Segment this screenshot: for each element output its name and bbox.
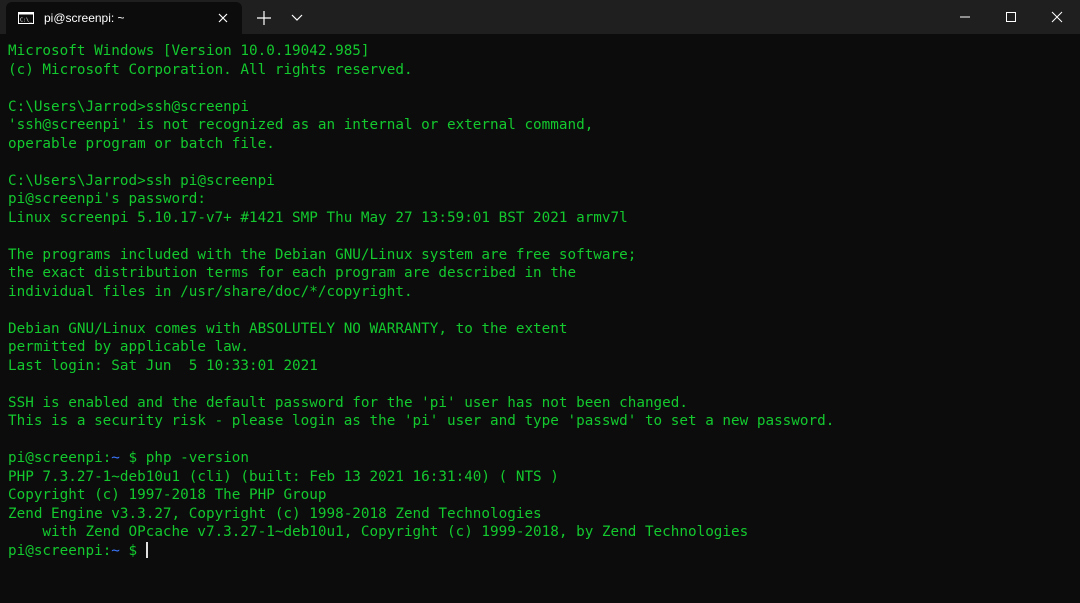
close-button[interactable] bbox=[1034, 0, 1080, 34]
prompt-user-host: pi@screenpi bbox=[8, 450, 103, 466]
svg-text:C:\_: C:\_ bbox=[20, 18, 33, 24]
terminal-line: (c) Microsoft Corporation. All rights re… bbox=[8, 61, 413, 78]
terminal-line: Linux screenpi 5.10.17-v7+ #1421 SMP Thu… bbox=[8, 209, 628, 226]
terminal-line: 'ssh@screenpi' is not recognized as an i… bbox=[8, 117, 594, 133]
output-line: PHP 7.3.27-1~deb10u1 (cli) (built: Feb 1… bbox=[8, 468, 559, 485]
prompt-colon: : bbox=[102, 450, 112, 466]
terminal-line: Last login: Sat Jun 5 10:33:01 2021 bbox=[8, 357, 318, 374]
terminal-line: C:\Users\Jarrod>ssh@screenpi bbox=[8, 98, 250, 115]
terminal-line: the exact distribution terms for each pr… bbox=[8, 265, 577, 281]
text-cursor bbox=[145, 541, 148, 558]
output-line: Zend Engine v3.3.27, Copyright (c) 1998-… bbox=[8, 505, 542, 522]
terminal-icon: C:\_ bbox=[18, 12, 34, 24]
terminal-line: Microsoft Windows [Version 10.0.19042.98… bbox=[8, 43, 370, 59]
close-icon[interactable] bbox=[216, 11, 230, 25]
command-line: pi@screenpi:~ $ php -version bbox=[8, 449, 1068, 468]
maximize-button[interactable] bbox=[988, 0, 1034, 34]
maximize-icon bbox=[1006, 12, 1016, 22]
terminal-line: C:\Users\Jarrod>ssh pi@screenpi bbox=[8, 172, 275, 189]
terminal-line: This is a security risk - please login a… bbox=[8, 413, 835, 429]
prompt-path: ~ bbox=[111, 450, 120, 466]
prompt-user-host: pi@screenpi bbox=[8, 542, 103, 559]
title-bar: C:\_ pi@screenpi: ~ bbox=[0, 0, 1080, 34]
terminal-line: operable program or batch file. bbox=[8, 135, 275, 152]
minimize-icon bbox=[960, 16, 970, 18]
output-line: with Zend OPcache v7.3.27-1~deb10u1, Cop… bbox=[8, 524, 749, 540]
prompt-path: ~ bbox=[111, 542, 120, 559]
output-line: Copyright (c) 1997-2018 The PHP Group bbox=[8, 487, 327, 503]
terminal-line: The programs included with the Debian GN… bbox=[8, 246, 637, 263]
chevron-down-icon[interactable] bbox=[290, 12, 304, 24]
terminal-window: C:\_ pi@screenpi: ~ Microsoft Windows [V… bbox=[0, 0, 1080, 603]
plus-icon[interactable] bbox=[256, 10, 272, 26]
close-icon bbox=[1051, 11, 1063, 23]
input-line[interactable]: pi@screenpi:~ $ bbox=[8, 541, 1068, 561]
terminal-output[interactable]: Microsoft Windows [Version 10.0.19042.98… bbox=[8, 42, 1068, 597]
command-text: php -version bbox=[137, 450, 250, 466]
terminal-line: Debian GNU/Linux comes with ABSOLUTELY N… bbox=[8, 320, 568, 337]
tab-title: pi@screenpi: ~ bbox=[44, 11, 125, 25]
terminal-line: individual files in /usr/share/doc/*/cop… bbox=[8, 283, 413, 300]
prompt-colon: : bbox=[102, 542, 112, 559]
terminal-line: SSH is enabled and the default password … bbox=[8, 394, 688, 411]
prompt-symbol: $ bbox=[119, 542, 138, 559]
minimize-button[interactable] bbox=[942, 0, 988, 34]
prompt-symbol: $ bbox=[119, 450, 138, 466]
terminal-line: permitted by applicable law. bbox=[8, 339, 250, 355]
tab-terminal[interactable]: C:\_ pi@screenpi: ~ bbox=[6, 2, 242, 34]
terminal-line: pi@screenpi's password: bbox=[8, 191, 206, 207]
